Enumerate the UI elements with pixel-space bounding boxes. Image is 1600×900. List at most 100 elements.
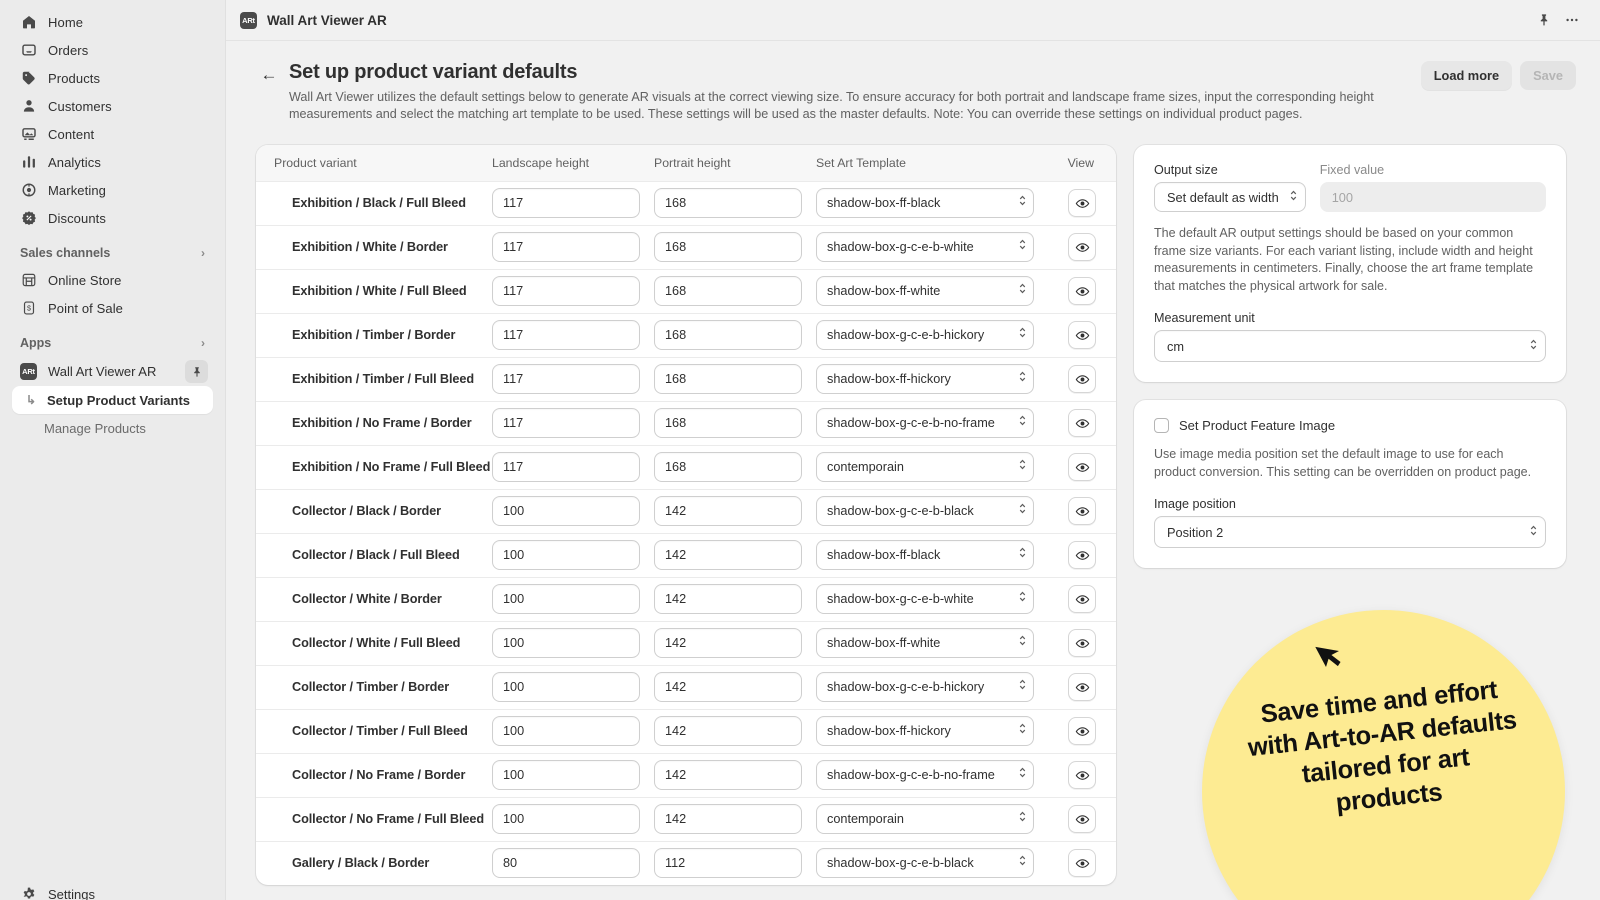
arrow-left-icon[interactable]: ←: [256, 62, 282, 88]
save-button[interactable]: Save: [1520, 61, 1576, 90]
sidebar-item-point-of-sale[interactable]: $ Point of Sale: [12, 294, 213, 322]
landscape-height-input[interactable]: [492, 452, 640, 482]
portrait-height-input[interactable]: [654, 804, 802, 834]
chevron-right-icon: ›: [201, 336, 205, 350]
sidebar-item-wall-art-viewer-ar[interactable]: ARt Wall Art Viewer AR: [12, 356, 213, 386]
view-variant-button[interactable]: [1068, 277, 1096, 305]
portrait-height-input[interactable]: [654, 760, 802, 790]
cell-view: [1042, 269, 1116, 314]
ellipsis-icon[interactable]: [1558, 6, 1586, 34]
view-variant-button[interactable]: [1068, 717, 1096, 745]
cell-portrait-height: [654, 841, 816, 885]
view-variant-button[interactable]: [1068, 409, 1096, 437]
fixed-value-input[interactable]: 100: [1319, 182, 1546, 212]
view-variant-button[interactable]: [1068, 321, 1096, 349]
landscape-height-input[interactable]: [492, 716, 640, 746]
sidebar-item-customers[interactable]: Customers: [12, 92, 213, 120]
landscape-height-input[interactable]: [492, 628, 640, 658]
sidebar-item-online-store[interactable]: Online Store: [12, 266, 213, 294]
landscape-height-input[interactable]: [492, 584, 640, 614]
portrait-height-input[interactable]: [654, 408, 802, 438]
portrait-height-input[interactable]: [654, 628, 802, 658]
sidebar-item-manage-products[interactable]: Manage Products: [12, 414, 213, 442]
landscape-height-input[interactable]: [492, 320, 640, 350]
landscape-height-input[interactable]: [492, 232, 640, 262]
portrait-height-input[interactable]: [654, 364, 802, 394]
cell-product-variant: Exhibition / Timber / Full Bleed: [256, 357, 492, 402]
view-variant-button[interactable]: [1068, 761, 1096, 789]
view-variant-button[interactable]: [1068, 629, 1096, 657]
view-variant-button[interactable]: [1068, 805, 1096, 833]
art-template-select[interactable]: shadow-box-g-c-e-b-no-frame: [816, 760, 1034, 790]
landscape-height-input[interactable]: [492, 496, 640, 526]
set-product-feature-image-row[interactable]: Set Product Feature Image: [1154, 418, 1546, 433]
art-template-select[interactable]: shadow-box-g-c-e-b-black: [816, 848, 1034, 879]
view-variant-button[interactable]: [1068, 585, 1096, 613]
sidebar-item-settings[interactable]: Settings: [12, 880, 213, 900]
view-variant-button[interactable]: [1068, 365, 1096, 393]
view-variant-button[interactable]: [1068, 849, 1096, 878]
portrait-height-input[interactable]: [654, 320, 802, 350]
portrait-height-input[interactable]: [654, 496, 802, 526]
sidebar-item-analytics[interactable]: Analytics: [12, 148, 213, 176]
portrait-height-input[interactable]: [654, 540, 802, 570]
art-template-select[interactable]: shadow-box-g-c-e-b-white: [816, 584, 1034, 614]
sidebar-item-products[interactable]: Products: [12, 64, 213, 92]
landscape-height-input[interactable]: [492, 364, 640, 394]
landscape-height-input[interactable]: [492, 804, 640, 834]
view-variant-button[interactable]: [1068, 673, 1096, 701]
sidebar-section-sales-channels[interactable]: Sales channels ›: [12, 240, 213, 266]
sidebar-item-content[interactable]: Content: [12, 120, 213, 148]
landscape-height-input[interactable]: [492, 540, 640, 570]
portrait-height-input[interactable]: [654, 584, 802, 614]
sidebar-item-marketing[interactable]: Marketing: [12, 176, 213, 204]
load-more-button[interactable]: Load more: [1420, 61, 1513, 90]
art-template-select[interactable]: shadow-box-ff-black: [816, 540, 1034, 570]
portrait-height-input[interactable]: [654, 276, 802, 306]
art-template-select[interactable]: shadow-box-ff-white: [816, 276, 1034, 306]
landscape-height-input[interactable]: [492, 848, 640, 879]
view-variant-button[interactable]: [1068, 497, 1096, 525]
measurement-unit-select[interactable]: cm: [1154, 330, 1546, 362]
cell-portrait-height: [654, 181, 816, 226]
view-variant-button[interactable]: [1068, 189, 1096, 217]
portrait-height-input[interactable]: [654, 848, 802, 879]
landscape-height-input[interactable]: [492, 408, 640, 438]
view-variant-button[interactable]: [1068, 453, 1096, 481]
landscape-height-input[interactable]: [492, 672, 640, 702]
pin-icon[interactable]: [185, 360, 208, 383]
art-template-select[interactable]: shadow-box-ff-white: [816, 628, 1034, 658]
table-row: Exhibition / White / Border shadow-box-g-…: [256, 225, 1116, 270]
sidebar-item-home[interactable]: Home: [12, 8, 213, 36]
output-size-select[interactable]: Set default as width: [1154, 182, 1306, 212]
art-template-select[interactable]: shadow-box-ff-black: [816, 188, 1034, 218]
set-product-feature-image-checkbox[interactable]: [1154, 418, 1169, 433]
art-template-select[interactable]: shadow-box-g-c-e-b-black: [816, 496, 1034, 526]
image-position-select[interactable]: Position 2: [1154, 516, 1546, 548]
art-template-select[interactable]: shadow-box-ff-hickory: [816, 716, 1034, 746]
view-variant-button[interactable]: [1068, 541, 1096, 569]
art-template-select[interactable]: contemporain: [816, 452, 1034, 482]
portrait-height-input[interactable]: [654, 716, 802, 746]
portrait-height-input[interactable]: [654, 452, 802, 482]
art-template-select[interactable]: contemporain: [816, 804, 1034, 834]
landscape-height-input[interactable]: [492, 276, 640, 306]
art-template-select[interactable]: shadow-box-g-c-e-b-hickory: [816, 320, 1034, 350]
table-row: Exhibition / Timber / Full Bleed shadow-b…: [256, 357, 1116, 402]
pin-icon[interactable]: [1530, 6, 1558, 34]
art-template-select[interactable]: shadow-box-g-c-e-b-hickory: [816, 672, 1034, 702]
sidebar-item-orders[interactable]: Orders: [12, 36, 213, 64]
portrait-height-input[interactable]: [654, 232, 802, 262]
landscape-height-input[interactable]: [492, 760, 640, 790]
art-template-select[interactable]: shadow-box-ff-hickory: [816, 364, 1034, 394]
sidebar-item-setup-product-variants[interactable]: ↳ Setup Product Variants: [12, 386, 213, 414]
view-variant-button[interactable]: [1068, 233, 1096, 261]
portrait-height-input[interactable]: [654, 672, 802, 702]
sidebar-section-apps[interactable]: Apps ›: [12, 330, 213, 356]
landscape-height-input[interactable]: [492, 188, 640, 218]
output-size-value: Set default as width: [1167, 189, 1279, 205]
sidebar-item-discounts[interactable]: Discounts: [12, 204, 213, 232]
art-template-select[interactable]: shadow-box-g-c-e-b-no-frame: [816, 408, 1034, 438]
portrait-height-input[interactable]: [654, 188, 802, 218]
art-template-select[interactable]: shadow-box-g-c-e-b-white: [816, 232, 1034, 262]
